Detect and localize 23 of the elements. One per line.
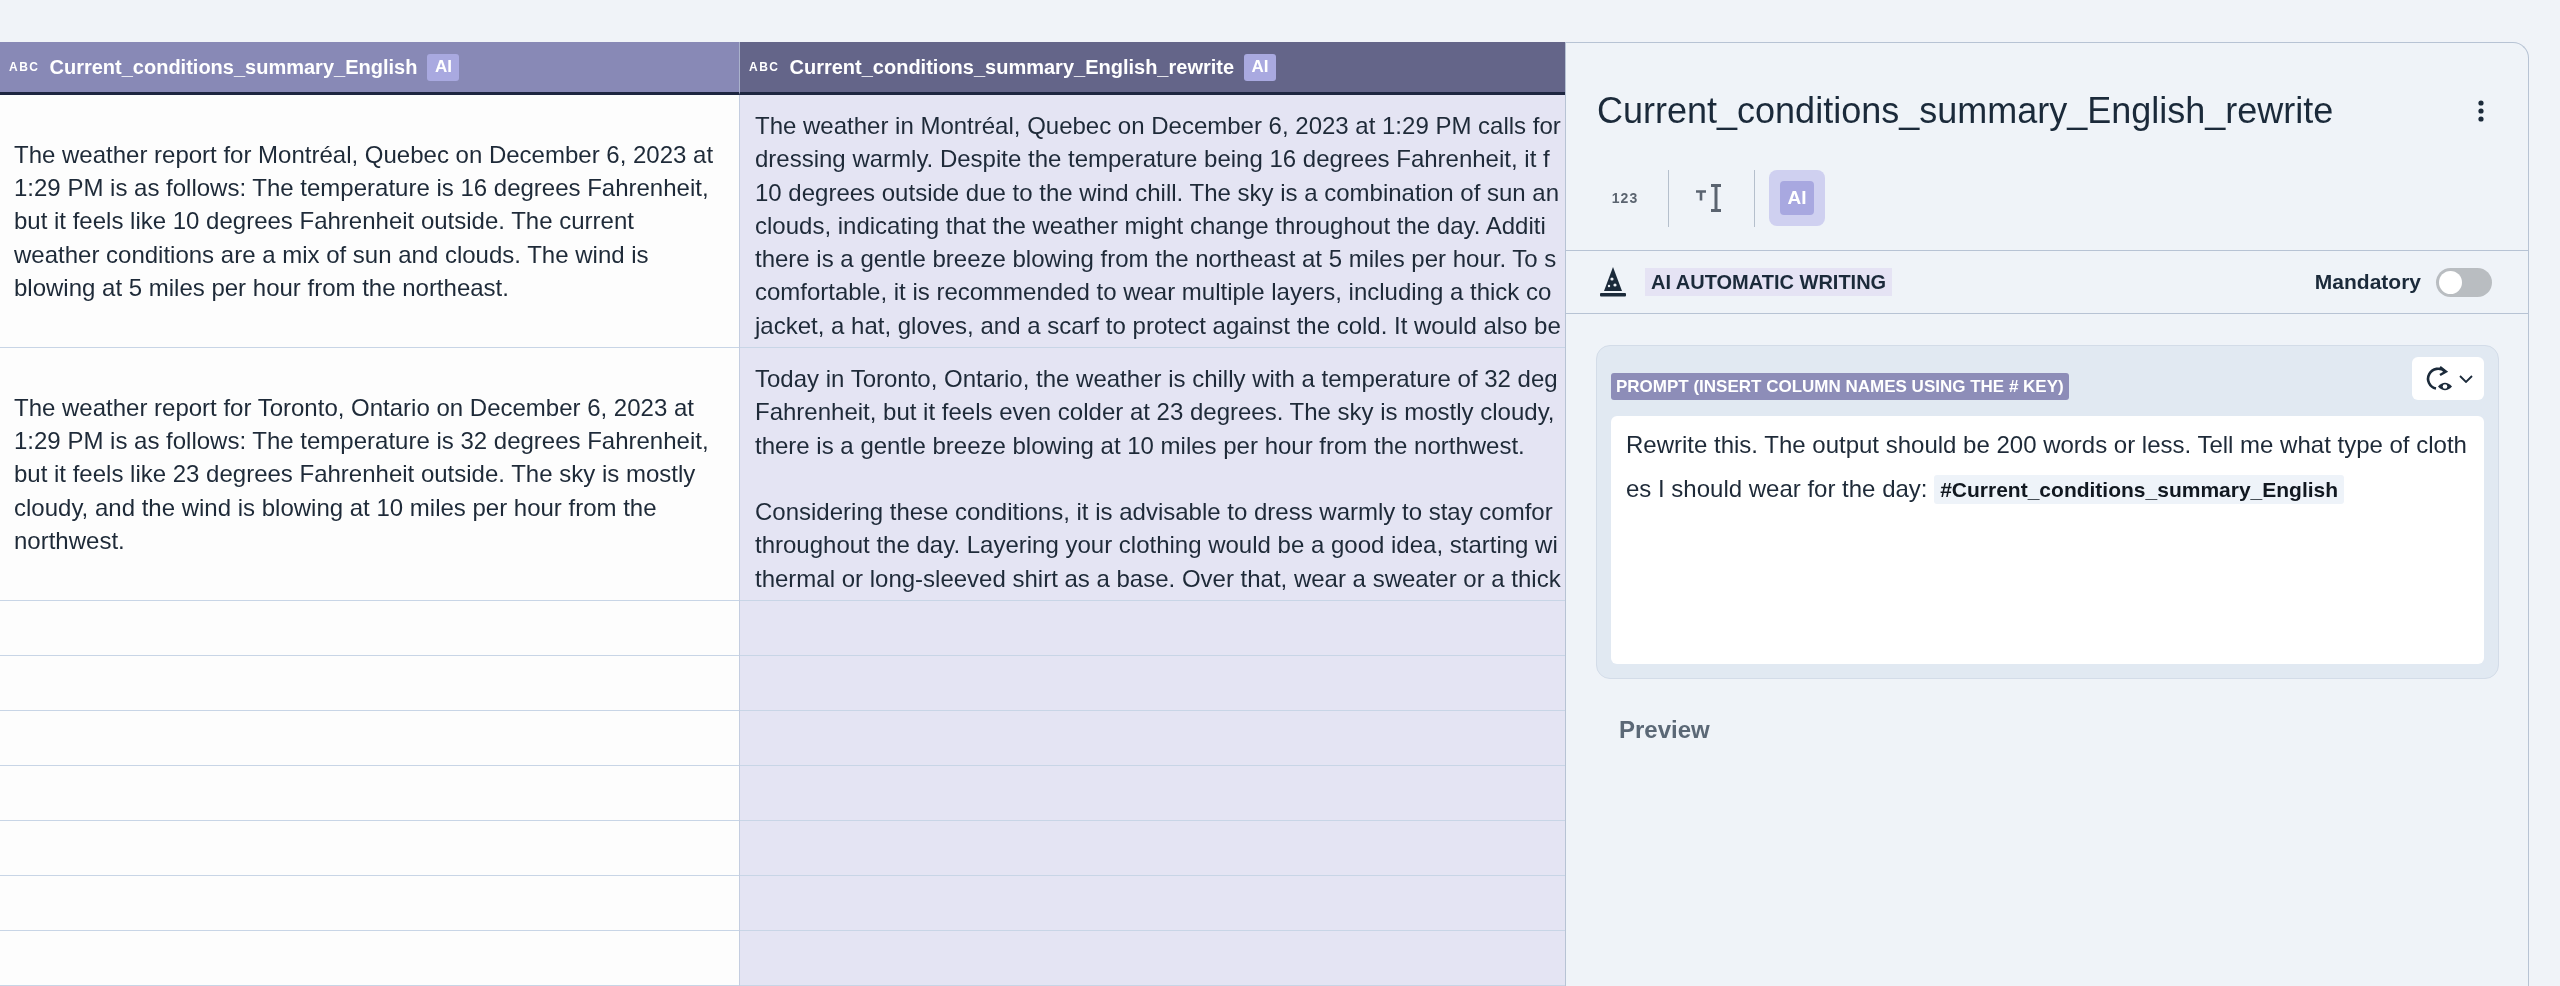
column-header[interactable]: ABC Current_conditions_summary_English_rewrite AI (740, 42, 1565, 95)
chevron-down-icon (2458, 374, 2473, 383)
section-label: AI AUTOMATIC WRITING (1645, 268, 1893, 296)
visibility-dropdown-button[interactable] (2412, 357, 2484, 400)
column-title: Current_conditions_summary_English (49, 55, 418, 80)
mandatory-label: Mandatory (2314, 270, 2421, 294)
ai-badge: AI (1244, 53, 1277, 81)
column-title: Current_conditions_summary_English_rewrite (789, 55, 1235, 80)
text-type-label: ABC (749, 60, 780, 74)
kebab-icon (2478, 100, 2484, 122)
column-header[interactable]: ABC Current_conditions_summary_English AI (0, 42, 740, 95)
table-cell: The weather report for Montréal, Quebec on December 6, 2023 at 1:29 PM is as follows: The temperature is 16 degrees Fahrenheit, but it feels like 10 degrees Fahrenheit outside. The current weather conditions are a mix of sun and clouds. The wind is blowing at 5 miles per hour from the northeast. (0, 95, 739, 348)
ai-badge: AI (427, 53, 460, 81)
wizard-hat-icon (1600, 267, 1626, 297)
table-cell: The weather report for Toronto, Ontario on December 6, 2023 at 1:29 PM is as follows: The temperature is 32 degrees Fahrenheit, but it feels like 23 degrees Fahrenheit outside. The sky is mostly cloudy, and the wind is blowing at 10 miles per hour from the northwest. (0, 348, 739, 601)
panel-title: Current_conditions_summary_English_rewrite (1597, 89, 2334, 133)
prompt-input[interactable]: Rewrite this. The output should be 200 words or less. Tell me what type of clothes I should wear for the day: #Current_conditions_summary_English (1611, 416, 2484, 664)
column-mention: #Current_conditions_summary_English (1934, 475, 2345, 504)
mandatory-toggle[interactable] (2436, 267, 2492, 297)
number-type-button[interactable]: 123 (1597, 170, 1653, 226)
text-type-label: ABC (9, 60, 40, 74)
prompt-label: PROMPT (INSERT COLUMN NAMES USING THE # KEY) (1611, 373, 2069, 400)
preview-heading: Preview (1619, 716, 1711, 744)
